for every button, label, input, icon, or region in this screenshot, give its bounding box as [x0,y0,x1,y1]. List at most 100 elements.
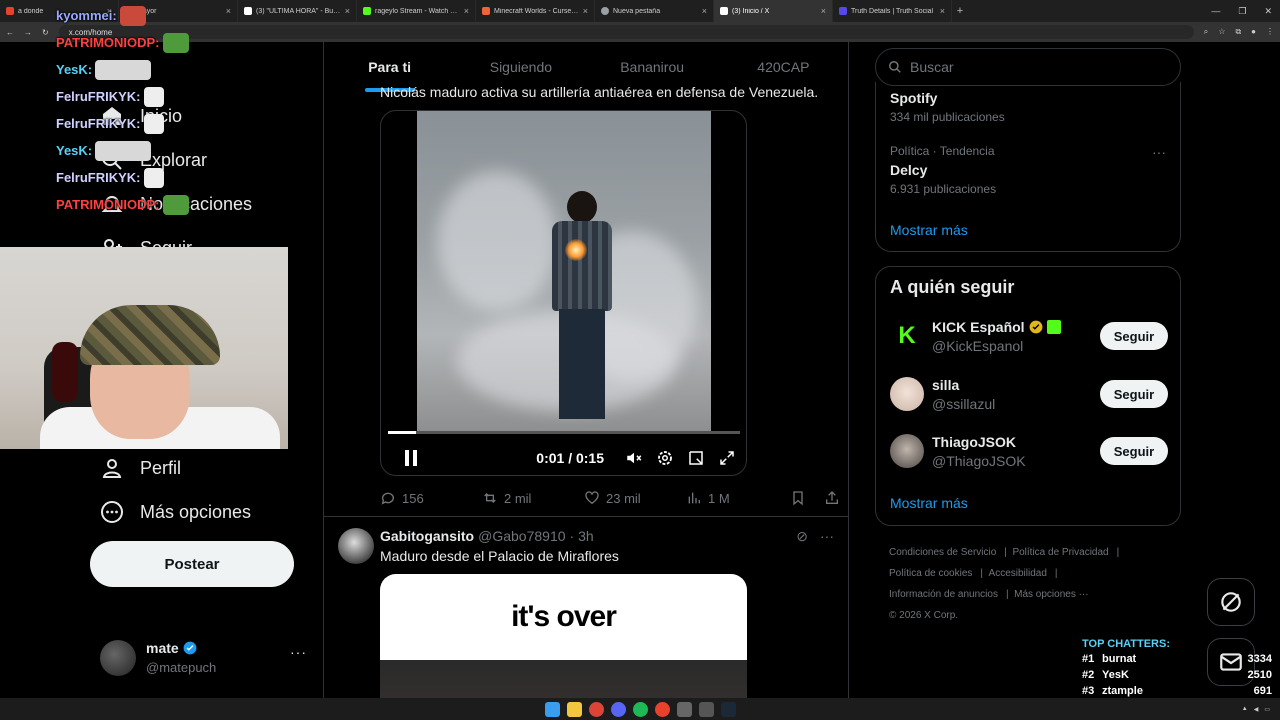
close-icon[interactable]: × [940,6,945,16]
close-window-icon[interactable]: ✕ [1264,6,1272,17]
views-icon [688,492,700,504]
close-icon[interactable]: × [702,6,707,16]
spotify-icon[interactable] [632,701,648,717]
stream-chat-overlay: kyommei: PATRIMONIODP: YesK: FelruFRIKYK… [56,2,236,218]
extensions-icon[interactable]: ⧉ [1235,27,1241,37]
post-time[interactable]: · 3h [570,528,594,544]
account-handle: @matepuch [146,660,217,675]
follow-button[interactable]: Seguir [1100,380,1168,408]
follow-button[interactable]: Seguir [1100,437,1168,465]
footer-link[interactable]: Política de cookies [889,568,972,579]
tab-favicon [601,7,609,15]
footer-link[interactable]: Más opciones ··· [1014,589,1088,600]
footer-link[interactable]: Política de Privacidad [1012,547,1108,558]
maximize-icon[interactable]: ❐ [1238,6,1246,17]
trends-panel: Spotify 334 mil publicaciones Política ·… [875,82,1181,252]
close-icon[interactable]: × [583,6,588,16]
follow-suggestion[interactable]: ThiagoJSOK @ThiagoJSOK Seguir [890,432,1170,472]
video-progress-bar[interactable] [388,431,740,434]
minimize-icon[interactable]: — [1211,6,1220,16]
system-tray: ▲ ◀ ▭ [1242,698,1270,720]
chat-line: FelruFRIKYK: [56,110,236,137]
close-icon[interactable]: × [345,6,350,16]
post-button[interactable]: Postear [90,541,294,587]
sidebar-item-profile[interactable]: Perfil [100,456,181,480]
settings-icon[interactable] [654,447,676,469]
footer-link[interactable]: Condiciones de Servicio [889,547,996,558]
discord-icon[interactable] [610,701,626,717]
footer-link[interactable]: Accesibilidad [989,568,1047,579]
browser-tab[interactable]: rageylo Stream - Watch Live o × [357,0,476,22]
volume-icon[interactable]: ◀ [1254,706,1259,713]
chat-username: FelruFRIKYK: [56,89,141,104]
post-actions: 156 2 mil 23 mil 1 M [380,488,840,508]
close-icon[interactable]: × [821,6,826,16]
footer-link[interactable]: Información de anuncios [889,589,998,600]
account-more-icon[interactable]: ··· [290,644,307,660]
mute-icon[interactable] [623,447,645,469]
video-player[interactable]: 0:01 / 0:15 [380,110,747,476]
emote-icon [95,140,152,161]
more-icon[interactable]: ··· [820,528,834,545]
forward-icon[interactable]: → [24,28,32,37]
windows-start-icon[interactable] [544,701,560,717]
bookmark-icon[interactable] [790,490,806,506]
show-more-trends-link[interactable]: Mostrar más [890,222,968,238]
menu-icon[interactable]: ⋮ [1266,27,1274,37]
tab-title: Minecraft Worlds - CurseForge [494,7,579,15]
views-button[interactable]: 1 M [686,490,788,506]
chat-username: PATRIMONIODP: [56,35,160,50]
chat-username: YesK: [56,62,93,77]
file-explorer-icon[interactable] [566,701,582,717]
follow-suggestion[interactable]: silla @ssillazul Seguir [890,375,1170,415]
pause-icon[interactable] [400,447,422,469]
profile-icon[interactable]: ● [1251,27,1256,37]
account-switcher[interactable]: mate @matepuch ··· [100,638,310,678]
sidebar-item-more[interactable]: Más opciones [100,500,251,524]
app-icon[interactable] [654,701,670,717]
trend-name[interactable]: Delcy [890,162,927,178]
follow-button[interactable]: Seguir [1100,322,1168,350]
network-icon[interactable]: ▲ [1242,706,1248,712]
chatter-rank: #2 [1082,669,1095,681]
fullscreen-icon[interactable] [716,447,738,469]
star-icon[interactable]: ☆ [1218,27,1225,37]
new-tab-button[interactable]: + [952,5,968,17]
grok-icon[interactable]: ⊘ [796,528,808,545]
video-frame [417,111,711,431]
avatar [100,640,136,676]
like-button[interactable]: 23 mil [584,490,686,506]
more-icon[interactable]: ··· [1152,144,1166,160]
trend-name[interactable]: Spotify [890,90,937,106]
browser-tab-active[interactable]: (3) Inicio / X × [714,0,833,22]
zoom-icon[interactable]: ⌕ [1204,27,1208,37]
steam-icon[interactable] [720,701,736,717]
close-icon[interactable]: × [464,6,469,16]
browser-tab[interactable]: Nueva pestaña × [595,0,714,22]
profile-icon [102,459,122,478]
clock[interactable]: ▭ [1264,706,1270,713]
reload-icon[interactable]: ↻ [42,28,49,37]
avatar[interactable] [338,528,374,564]
search-input[interactable]: Buscar [875,48,1181,86]
app-icon[interactable] [676,701,692,717]
chrome-icon[interactable] [588,701,604,717]
share-icon[interactable] [824,490,840,506]
browser-tab[interactable]: Truth Details | Truth Social × [833,0,952,22]
pip-icon[interactable] [685,447,707,469]
reply-button[interactable]: 156 [380,490,482,506]
tab-title: (3) Inicio / X [732,7,770,15]
follow-suggestion[interactable]: K KICK Español @KickEspanol Seguir [890,317,1170,357]
emote-icon [143,113,164,134]
show-more-follow-link[interactable]: Mostrar más [890,495,968,511]
browser-tab[interactable]: Minecraft Worlds - CurseForge × [476,0,595,22]
post-author-name[interactable]: Gabitogansito [380,528,474,544]
post-author-handle[interactable]: @Gabo78910 [478,528,565,544]
repost-button[interactable]: 2 mil [482,490,584,506]
app-icon[interactable] [698,701,714,717]
tab-title: rageylo Stream - Watch Live o [375,7,460,15]
browser-tab[interactable]: (3) "ÚLTIMA HORA" - Buscar / X × [238,0,357,22]
grok-button[interactable] [1207,578,1255,626]
back-icon[interactable]: ← [6,28,14,37]
tab-favicon [363,7,371,15]
